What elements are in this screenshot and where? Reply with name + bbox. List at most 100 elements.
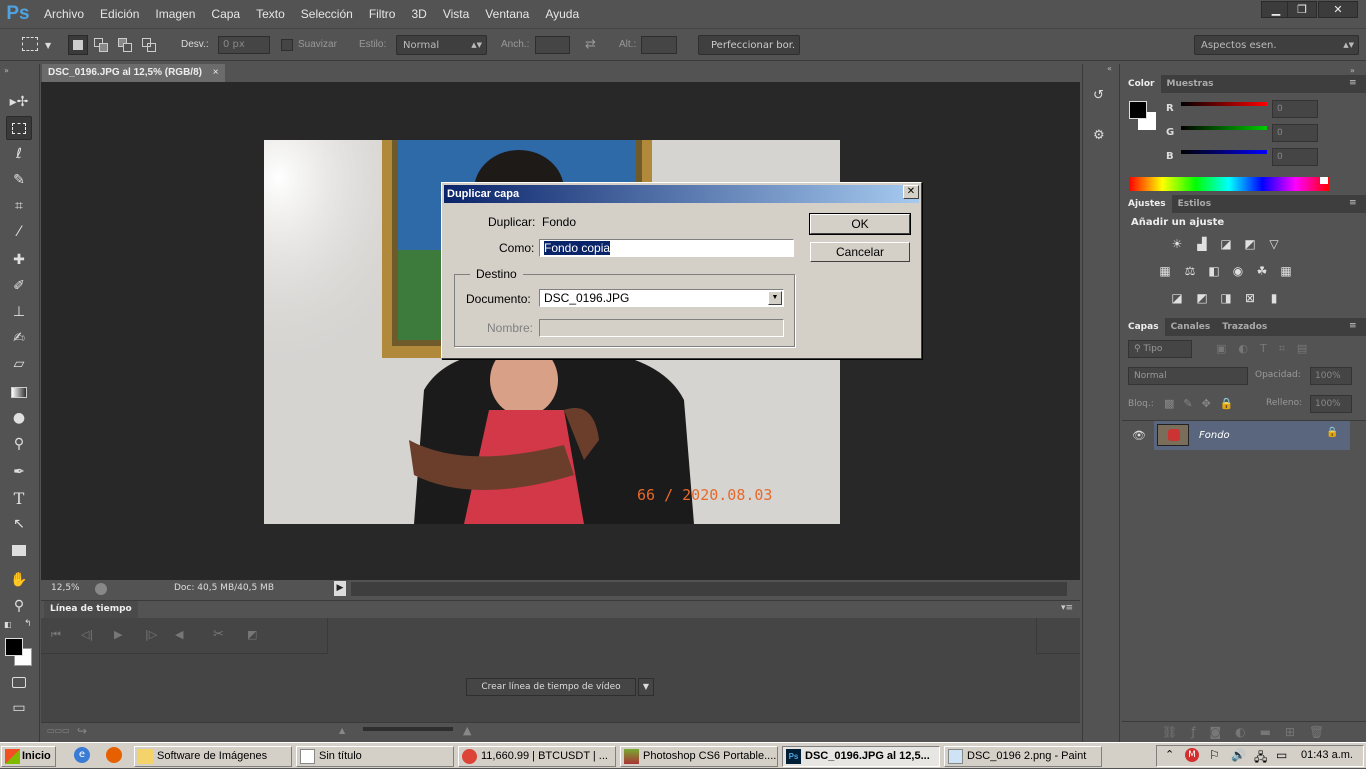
flag-icon[interactable]: ⚐ [1209, 748, 1220, 762]
marquee-preset-icon[interactable] [22, 37, 38, 51]
fill-input[interactable]: 100% [1310, 395, 1352, 413]
intersect-selection-icon[interactable] [142, 38, 158, 52]
panel-menu-icon[interactable]: ≡ [1349, 321, 1357, 331]
color-lookup-icon[interactable]: ▦ [1278, 264, 1294, 278]
tab-color[interactable]: Color [1122, 75, 1161, 93]
healing-brush-icon[interactable]: ✚ [6, 248, 32, 272]
menu-vista[interactable]: Vista [435, 0, 477, 28]
zoom-level[interactable]: 12,5% [51, 583, 80, 593]
lasso-tool-icon[interactable]: ℓ [6, 142, 32, 166]
render-icon[interactable]: ▭▭▭ [47, 726, 70, 735]
tab-channels[interactable]: Canales [1165, 318, 1217, 336]
tab-layers[interactable]: Capas [1122, 318, 1165, 336]
tab-paths[interactable]: Trazados [1216, 318, 1273, 336]
chevron-down-icon[interactable]: ▼ [45, 41, 51, 50]
create-video-timeline-button[interactable]: Crear línea de tiempo de vídeo [466, 678, 636, 696]
refine-edge-button[interactable]: Perfeccionar bor. [698, 35, 800, 55]
color-spectrum[interactable] [1129, 177, 1329, 191]
exposure-icon[interactable]: ◩ [1242, 237, 1258, 251]
green-slider[interactable] [1181, 126, 1267, 130]
taskbar-item-notepad[interactable]: Sin título [296, 746, 454, 767]
hand-tool-icon[interactable]: ✋ [6, 568, 32, 592]
feather-input[interactable]: 0 px [218, 36, 270, 54]
swap-icon[interactable]: ⇄ [585, 37, 596, 52]
color-balance-icon[interactable]: ⚖ [1182, 264, 1198, 278]
gradient-tool-icon[interactable] [6, 380, 32, 404]
next-frame-icon[interactable]: |▷ [145, 628, 157, 641]
lock-icons[interactable]: ▩✎✥🔒 [1164, 397, 1243, 410]
taskbar-item-installer[interactable]: Photoshop CS6 Portable.... [620, 746, 778, 767]
as-input[interactable]: Fondo copia [539, 239, 794, 257]
ok-button[interactable]: OK [809, 213, 911, 235]
tab-close-icon[interactable]: × [213, 67, 219, 78]
marquee-tool-icon[interactable] [6, 116, 32, 140]
convert-icon[interactable]: ↪ [77, 724, 87, 738]
audio-icon[interactable]: ◀ [175, 628, 183, 641]
filter-icons[interactable]: ▣◐T⌗▤ [1216, 342, 1319, 356]
blue-input[interactable]: 0 [1272, 148, 1318, 166]
zoom-out-icon[interactable]: ▲ [339, 726, 345, 735]
collapse-icon[interactable]: » [4, 66, 9, 75]
curves-icon[interactable]: ◪ [1218, 237, 1234, 251]
tab-styles[interactable]: Estilos [1172, 195, 1218, 213]
close-window-button[interactable]: ✕ [1318, 1, 1358, 18]
type-tool-icon[interactable]: T [6, 486, 32, 510]
tab-timeline[interactable]: Línea de tiempo [44, 601, 138, 618]
collapse-icon[interactable]: « [1107, 64, 1112, 73]
default-colors-icon[interactable]: ◧ [4, 620, 12, 629]
visibility-eye-icon[interactable]: 👁 [1132, 429, 1146, 442]
threshold-icon[interactable]: ◨ [1218, 291, 1234, 305]
blur-tool-icon[interactable]: ● [6, 406, 32, 430]
document-tab[interactable]: DSC_0196.JPG al 12,5% (RGB/8) × [42, 64, 225, 82]
foreground-color-swatch[interactable] [5, 638, 23, 656]
path-select-tool-icon[interactable]: ↖ [6, 512, 32, 536]
pen-tool-icon[interactable]: ✒ [6, 460, 32, 484]
menu-3d[interactable]: 3D [403, 0, 434, 28]
swap-colors-icon[interactable]: ↰ [24, 619, 32, 629]
channel-mixer-icon[interactable]: ☘ [1254, 264, 1270, 278]
blend-mode-select[interactable]: Normal [1128, 367, 1248, 385]
white-swatch[interactable] [1320, 177, 1328, 184]
info-icon[interactable] [95, 583, 107, 595]
menu-seleccion[interactable]: Selección [293, 0, 361, 28]
chevron-down-icon[interactable]: ▼ [768, 291, 782, 305]
quick-select-tool-icon[interactable]: ✎ [6, 168, 32, 192]
mcafee-icon[interactable]: M [1185, 748, 1199, 762]
timeline-zoom-slider[interactable] [363, 727, 453, 731]
layer-name[interactable]: Fondo [1199, 430, 1230, 441]
levels-icon[interactable]: ▟ [1194, 237, 1210, 251]
hue-saturation-icon[interactable]: ▦ [1157, 264, 1173, 278]
height-input[interactable] [641, 36, 677, 54]
taskbar-item-folder[interactable]: Software de Imágenes [134, 746, 292, 767]
new-selection-icon[interactable] [68, 35, 88, 55]
tab-adjustments[interactable]: Ajustes [1122, 195, 1172, 213]
cancel-button[interactable]: Cancelar [810, 242, 910, 262]
menu-edicion[interactable]: Edición [92, 0, 147, 28]
menu-texto[interactable]: Texto [248, 0, 293, 28]
panel-menu-icon[interactable]: ▾≡ [1061, 603, 1073, 613]
menu-capa[interactable]: Capa [203, 0, 248, 28]
collapse-icon[interactable]: » [1350, 66, 1355, 75]
gradient-map-icon[interactable]: ▮ [1266, 291, 1282, 305]
firefox-icon[interactable] [106, 747, 122, 763]
document-size[interactable]: Doc: 40,5 MB/40,5 MB [174, 583, 274, 593]
horizontal-scrollbar[interactable] [351, 582, 1067, 596]
start-button[interactable]: Inicio [1, 746, 56, 767]
quick-mask-icon[interactable] [6, 670, 32, 694]
tab-swatches[interactable]: Muestras [1161, 75, 1220, 93]
brightness-icon[interactable]: ☀ [1169, 237, 1185, 251]
vibrance-icon[interactable]: ▽ [1266, 237, 1282, 251]
subtract-selection-icon[interactable] [118, 38, 134, 52]
width-input[interactable] [535, 36, 570, 54]
taskbar-item-paint[interactable]: DSC_0196 2.png - Paint [944, 746, 1102, 767]
layer-filter-select[interactable]: ⚲ Tipo [1128, 340, 1192, 358]
zoom-in-icon[interactable]: ▲ [463, 724, 471, 737]
first-frame-icon[interactable]: ⏮ [51, 628, 61, 642]
zoom-tool-icon[interactable]: ⚲ [6, 594, 32, 618]
properties-icon[interactable]: ⚙ [1093, 128, 1105, 143]
brush-tool-icon[interactable]: ✐ [6, 274, 32, 298]
move-tool-icon[interactable]: ▸✢ [6, 90, 32, 114]
menu-archivo[interactable]: Archivo [36, 0, 92, 28]
battery-icon[interactable]: ▭ [1276, 748, 1287, 762]
chevron-down-icon[interactable]: ▼ [638, 678, 654, 696]
